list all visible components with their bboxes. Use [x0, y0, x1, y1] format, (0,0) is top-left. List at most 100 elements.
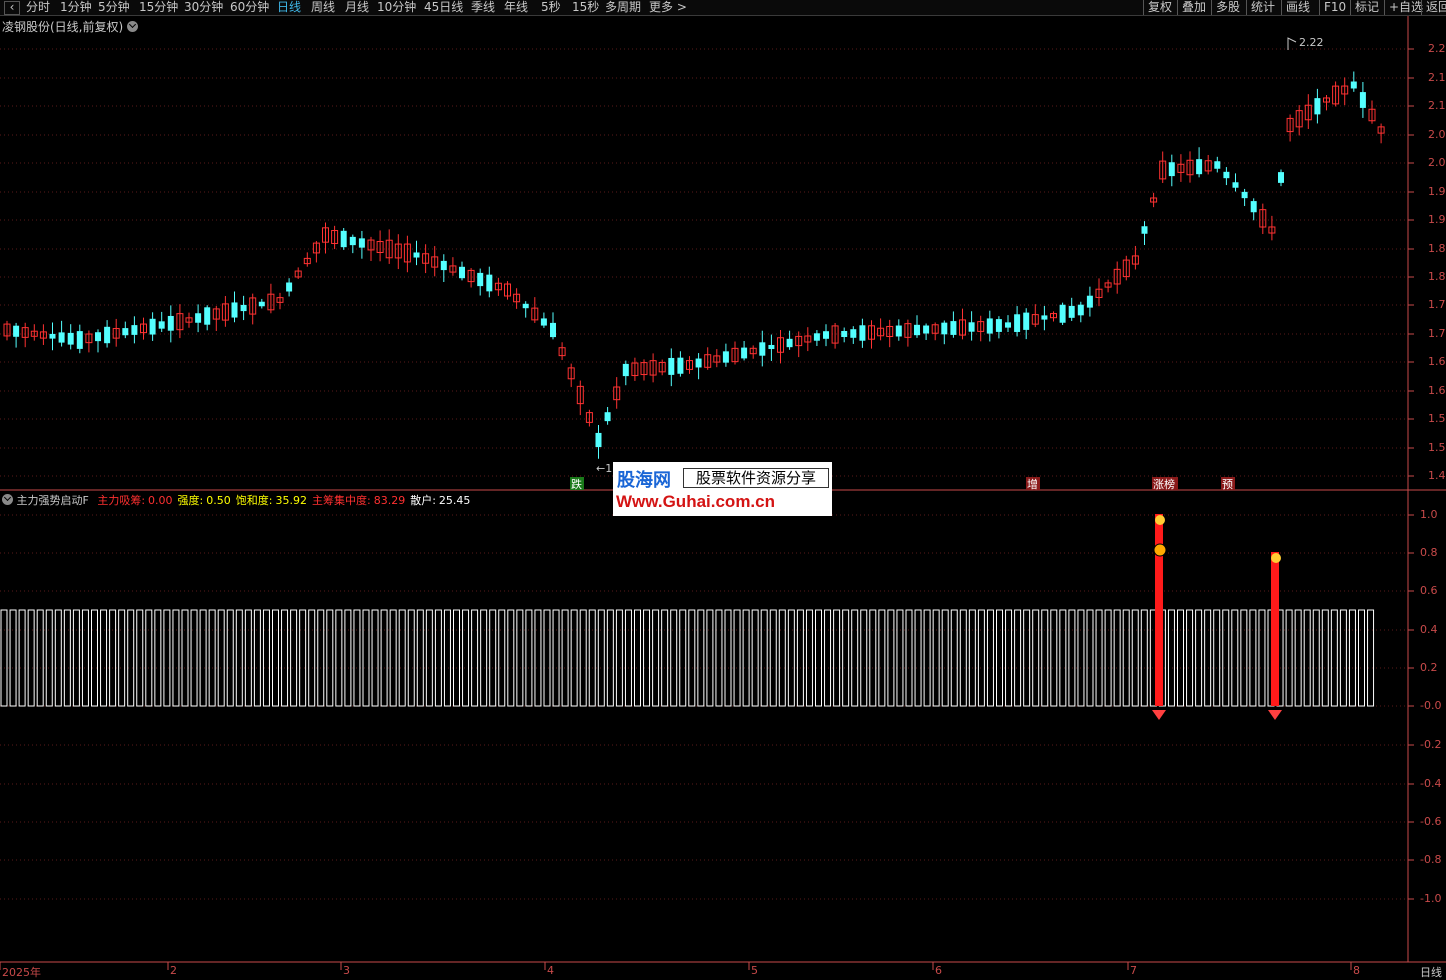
candle-body [522, 303, 529, 309]
indicator-bar [1195, 609, 1203, 707]
candle-body [1168, 162, 1175, 177]
indicator-axis-label: -0.0 [1420, 699, 1442, 712]
candle-body [1005, 322, 1011, 328]
indicator-bar [1041, 609, 1049, 707]
indicator-bar [1330, 609, 1338, 707]
candle-body [204, 307, 211, 325]
indicator-bar [579, 609, 587, 707]
candle-body [477, 272, 484, 287]
indicator-bar [507, 609, 515, 707]
indicator-bar [326, 609, 334, 707]
indicator-bar [534, 609, 542, 707]
indicator-bar [91, 609, 98, 707]
indicator-bar [688, 609, 696, 707]
indicator-bar [787, 609, 795, 707]
indicator-bar [100, 609, 108, 707]
candle-body [986, 318, 993, 334]
candle-body [122, 328, 129, 336]
indicator-bar [281, 609, 289, 707]
indicator-bar [1186, 609, 1194, 707]
high-marker: 2.22 [1299, 36, 1324, 49]
indicator-spike [1155, 514, 1163, 706]
indicator-field-value-2: 35.92 [275, 494, 307, 507]
indicator-bar [353, 609, 361, 707]
indicator-bar [842, 609, 850, 707]
chevron-up-icon [1153, 543, 1167, 557]
indicator-field-value-3: 83.29 [373, 494, 406, 507]
indicator-bar [1077, 609, 1085, 707]
candle-body [941, 322, 948, 335]
watermark-brand: 股海网 [617, 470, 671, 491]
indicator-name: 主力强势启动F [16, 494, 89, 507]
indicator-bar [1023, 609, 1031, 707]
price-axis-label: 1.8 [1428, 270, 1446, 283]
candle-body [340, 230, 347, 248]
indicator-bar [588, 609, 596, 707]
low-marker: ←1 [596, 462, 612, 475]
indicator-axis-label: -0.6 [1420, 815, 1442, 828]
indicator-bar [81, 609, 89, 707]
candle-body [1077, 304, 1084, 316]
candle-body [923, 325, 930, 334]
candle-body [440, 260, 447, 271]
indicator-bar [235, 609, 243, 707]
indicator-bar [986, 609, 994, 707]
price-axis-label: 1.8 [1428, 242, 1446, 255]
signal-tag: 预 [1222, 478, 1233, 491]
indicator-bar [1068, 609, 1076, 707]
indicator-bar [706, 609, 714, 707]
indicator-bar [634, 609, 641, 707]
indicator-axis-label: -0.2 [1420, 738, 1442, 751]
indicator-bar [1005, 609, 1013, 707]
signal-tag: 涨榜 [1153, 477, 1175, 491]
indicator-field-label-3: 主筹集中度: [311, 494, 371, 507]
candle-body [58, 332, 65, 343]
candle-body [786, 338, 793, 348]
indicator-bar [742, 609, 750, 707]
indicator-axis-label: 1.0 [1420, 508, 1438, 521]
watermark-url: Www.Guhai.com.cn [616, 492, 775, 511]
indicator-bar [661, 609, 669, 707]
candle-body [968, 322, 975, 332]
indicator-axis-label: 0.2 [1420, 661, 1438, 674]
indicator-bar [516, 609, 524, 707]
price-axis-label: 1.9 [1428, 213, 1446, 226]
indicator-bar [760, 609, 768, 707]
candle-body [1059, 304, 1066, 323]
candle-body [668, 357, 675, 375]
indicator-bar [1204, 609, 1212, 707]
candle-body [850, 329, 857, 338]
indicator-bar [54, 609, 62, 707]
date-axis-label: 5 [751, 964, 758, 977]
candle-body [95, 332, 101, 342]
indicator-bar [163, 609, 171, 707]
indicator-bar [869, 609, 877, 707]
date-axis-label: 8 [1353, 964, 1360, 977]
indicator-bar [1367, 609, 1375, 707]
indicator-bar [597, 609, 605, 707]
candle-body [895, 325, 902, 337]
indicator-bar [344, 609, 352, 707]
indicator-field-label-4: 散户: [410, 494, 436, 507]
indicator-bar [570, 609, 578, 707]
price-axis-label: 1.4 [1428, 469, 1446, 482]
chevron-down-icon[interactable] [2, 494, 13, 505]
indicator-bar [181, 609, 189, 707]
indicator-bar [778, 609, 786, 707]
date-axis-label: 7 [1130, 964, 1137, 977]
indicator-bar [0, 609, 8, 707]
candle-body [358, 238, 365, 248]
indicator-bar [398, 609, 406, 707]
price-axis-label: 1.6 [1428, 384, 1446, 397]
indicator-bar [824, 609, 832, 707]
candle-body [104, 326, 111, 344]
indicator-bar [1014, 609, 1022, 707]
indicator-bar [1167, 609, 1175, 707]
candle-body [1350, 81, 1357, 89]
candle-body [1223, 171, 1230, 179]
candle-body [1141, 226, 1148, 234]
candle-body [149, 318, 156, 335]
indicator-bar [941, 609, 949, 707]
hand-pointer-icon [1271, 553, 1281, 563]
indicator-field-value-1: 0.50 [206, 494, 231, 507]
